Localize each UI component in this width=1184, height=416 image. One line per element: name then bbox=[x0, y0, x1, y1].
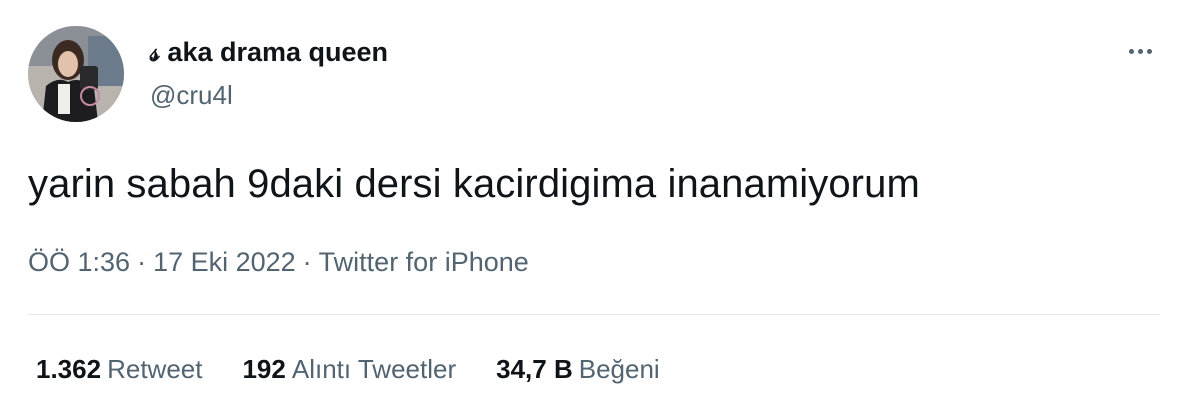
retweets-label: Retweet bbox=[107, 354, 203, 384]
more-options-button[interactable] bbox=[1118, 36, 1162, 66]
more-horizontal-icon-dot bbox=[1146, 48, 1152, 54]
retweets-count: 1.362 bbox=[36, 354, 102, 384]
more-horizontal-icon-dot bbox=[1137, 48, 1143, 54]
more-horizontal-icon bbox=[1128, 48, 1134, 54]
tweet-stats: 1.362 Retweet 192 Alıntı Tweetler 34,7 B Be… bbox=[36, 354, 660, 385]
user-handle[interactable]: @cru4l bbox=[150, 80, 233, 111]
quotes-label: Alıntı Tweetler bbox=[291, 354, 457, 384]
tweet-time[interactable]: ÖÖ 1:36 bbox=[28, 247, 130, 277]
meta-separator: · bbox=[137, 247, 147, 277]
tweet-source[interactable]: Twitter for iPhone bbox=[319, 247, 529, 277]
likes-label: Beğeni bbox=[578, 354, 660, 384]
avatar-photo bbox=[28, 26, 124, 122]
likes-stat[interactable]: 34,7 B Beğeni bbox=[496, 354, 660, 385]
quotes-count: 192 bbox=[242, 354, 286, 384]
tweet-text: yarin sabah 9daki dersi kacirdigima inan… bbox=[28, 162, 920, 206]
meta-separator: · bbox=[302, 247, 312, 277]
display-name[interactable]: 𝓈 aka drama queen bbox=[150, 37, 388, 69]
divider bbox=[28, 314, 1160, 315]
avatar[interactable] bbox=[28, 26, 124, 122]
tweet-card: 𝓈 aka drama queen @cru4l yarin sabah 9da… bbox=[0, 0, 1184, 416]
quotes-stat[interactable]: 192 Alıntı Tweetler bbox=[242, 354, 456, 385]
tweet-meta: ÖÖ 1:36 · 17 Eki 2022 · Twitter for iPhone bbox=[28, 247, 529, 278]
likes-count: 34,7 B bbox=[496, 354, 573, 384]
retweets-stat[interactable]: 1.362 Retweet bbox=[36, 354, 202, 385]
tweet-date[interactable]: 17 Eki 2022 bbox=[153, 247, 296, 277]
